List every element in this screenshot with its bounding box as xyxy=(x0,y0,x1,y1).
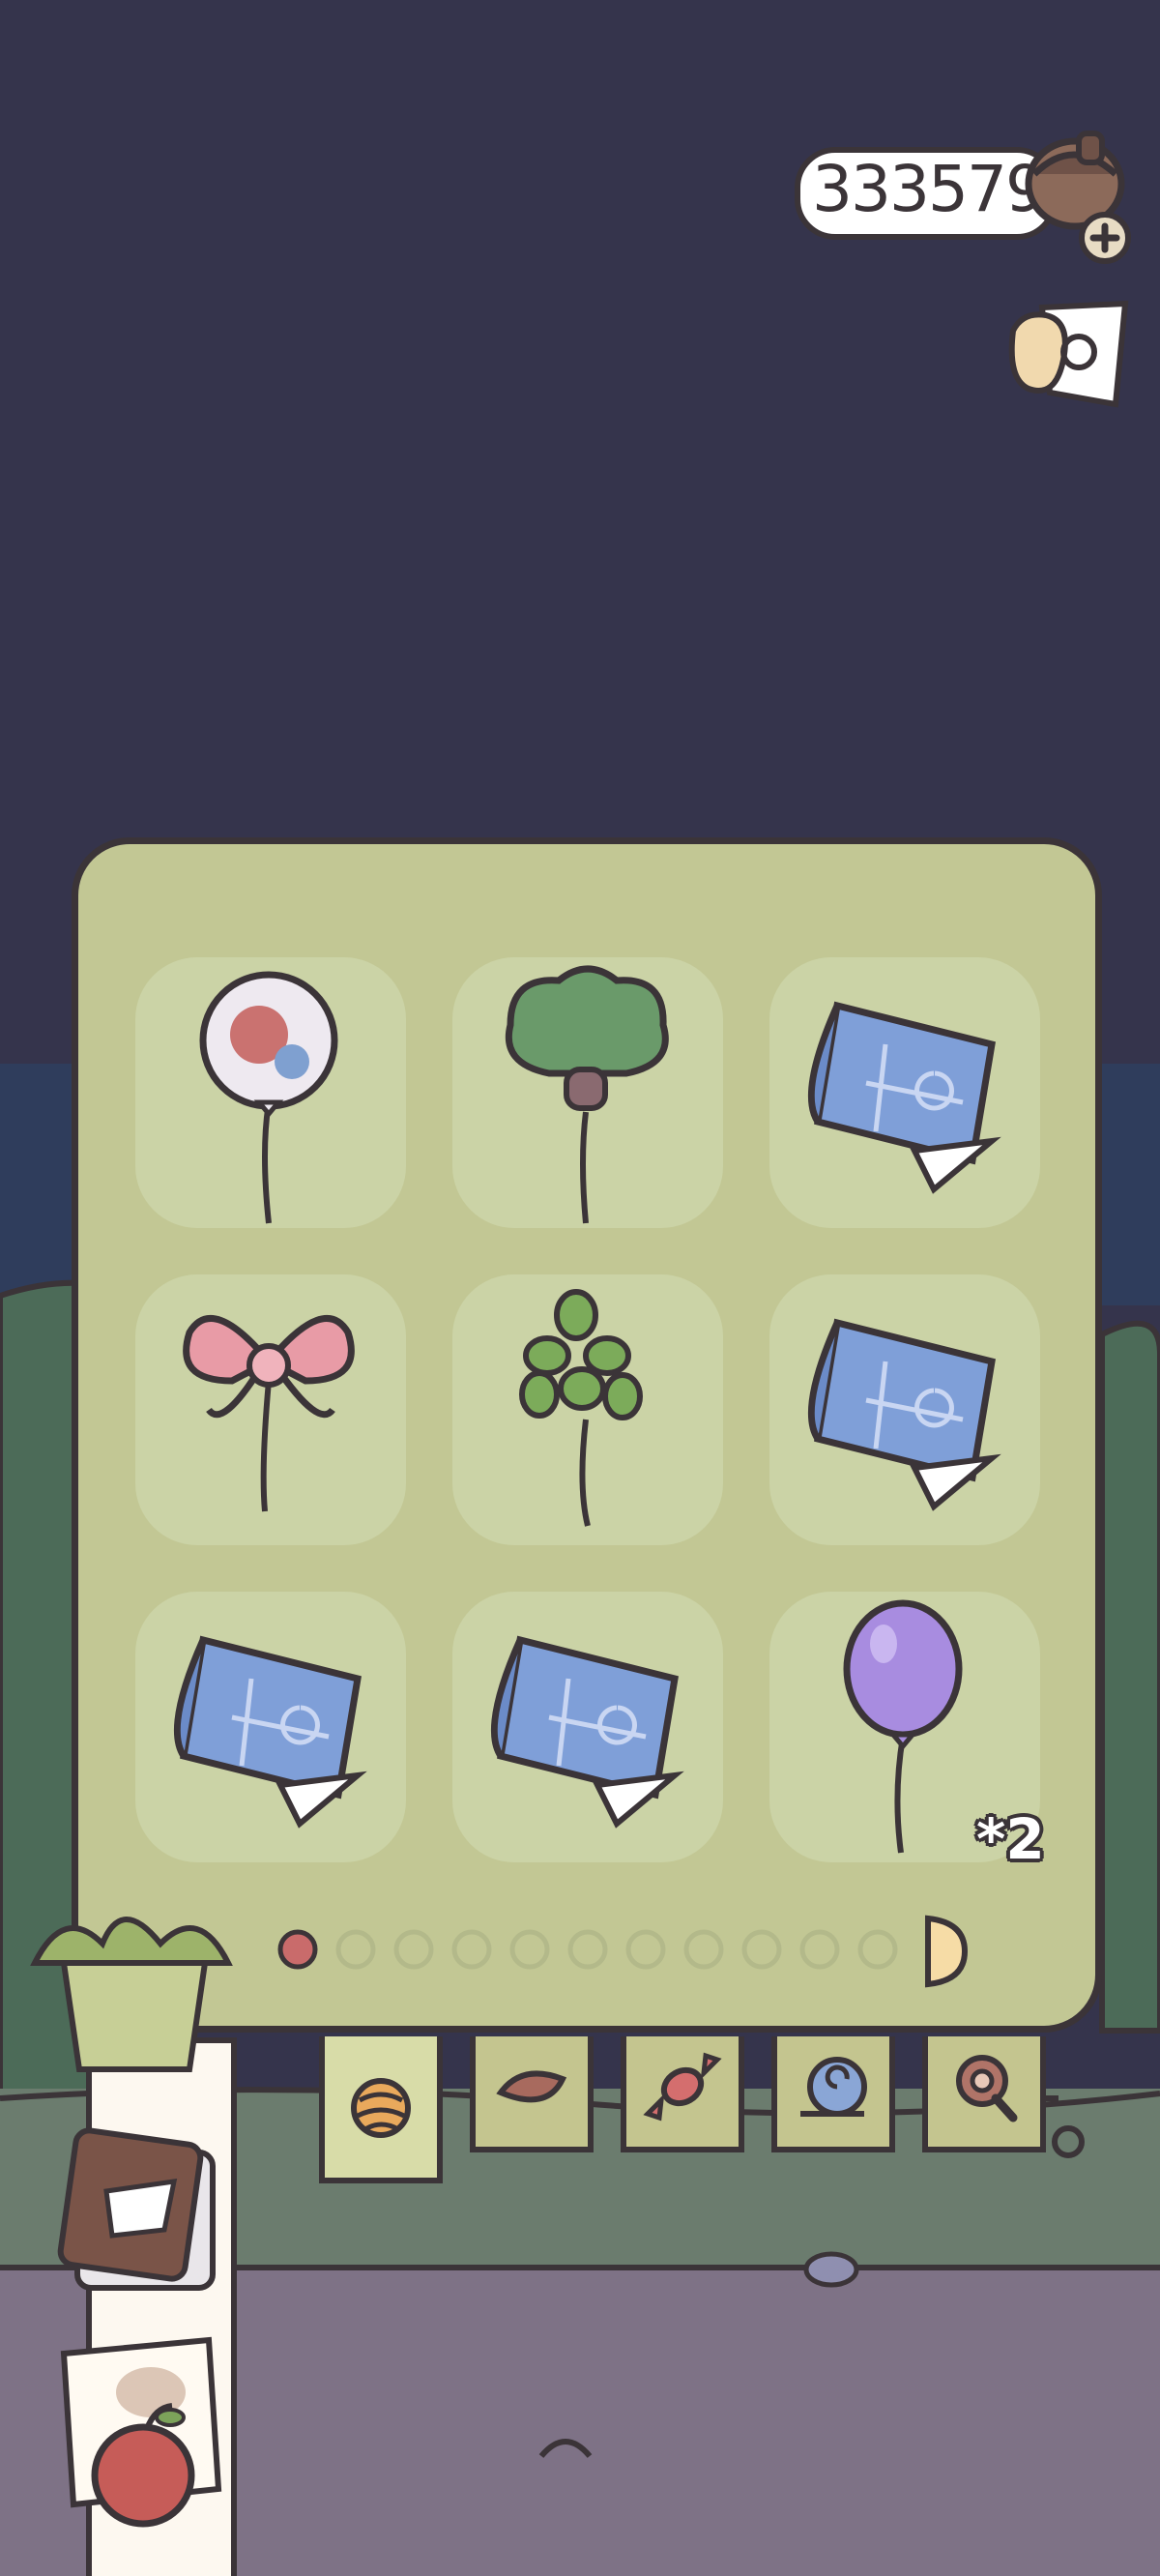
item-quantity: *2 xyxy=(976,1806,1045,1872)
next-page-arrow-icon[interactable] xyxy=(920,1913,971,1990)
grape-balloon-icon xyxy=(519,1289,643,1527)
bow-balloon-icon xyxy=(183,1314,355,1512)
leaf-icon xyxy=(496,2070,567,2103)
candy-icon xyxy=(643,2052,722,2122)
plus-icon[interactable] xyxy=(1078,211,1132,265)
snail-shell-icon xyxy=(800,2057,867,2117)
currency-value: 333579 xyxy=(812,152,1046,226)
yarn-ball-icon xyxy=(351,2078,411,2138)
memo-map-icon[interactable] xyxy=(1003,292,1133,418)
pagination-dots xyxy=(277,1929,898,1970)
blueprint-icon xyxy=(807,1001,1001,1194)
blueprint-icon xyxy=(490,1635,684,1829)
lettuce-bag-icon[interactable] xyxy=(25,1905,238,2075)
journal-icon[interactable] xyxy=(57,2114,232,2298)
blueprint-icon xyxy=(807,1318,1001,1511)
magnifier-icon xyxy=(956,2055,1018,2122)
tree-balloon-icon xyxy=(505,965,669,1224)
photo-balloon-icon xyxy=(199,971,338,1224)
blueprint-icon xyxy=(173,1635,367,1829)
photo-apple-icon[interactable] xyxy=(54,2325,257,2537)
